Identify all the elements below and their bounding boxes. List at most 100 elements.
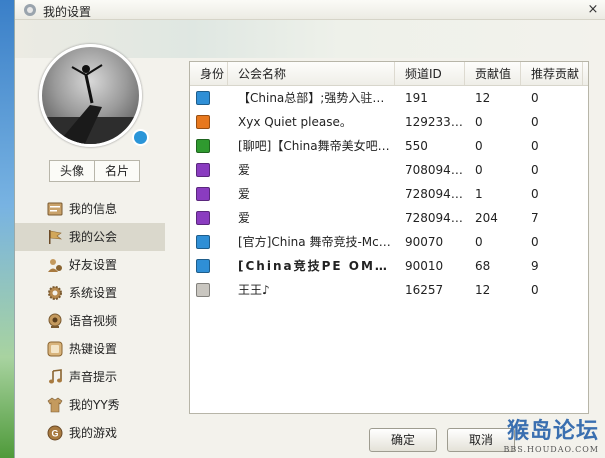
sidebar-item-label: 系统设置 <box>69 286 118 300</box>
sidebar-item-voice-video[interactable]: 语音视频 <box>15 307 165 335</box>
sidebar-item-guild[interactable]: 我的公会 <box>15 223 165 251</box>
channel-id: 191 <box>405 91 428 105</box>
profile-tabs: 头像 名片 <box>49 160 140 182</box>
sidebar-item-label: 我的公会 <box>69 230 118 244</box>
yy-logo-icon <box>24 4 36 16</box>
contribution: 1 <box>475 187 483 201</box>
table-row[interactable]: 爱 72809494 1 0 <box>190 182 588 206</box>
avatar-button[interactable]: 头像 <box>50 161 94 181</box>
svg-text:G: G <box>51 429 58 439</box>
contribution: 204 <box>475 211 498 225</box>
guild-name: [聊吧]【China舞帝美女吧… <box>238 139 390 153</box>
flag-icon <box>49 230 63 244</box>
game-icon: G <box>47 425 63 441</box>
contribution: 12 <box>475 283 491 297</box>
channel-id: 12923352 <box>405 115 465 129</box>
table-header: 身份 公会名称 频道ID 贡献值 推荐贡献 <box>190 62 588 86</box>
sidebar-item-label: 热键设置 <box>69 342 118 356</box>
channel-id: 72809495 <box>405 211 465 225</box>
contribution: 0 <box>475 115 483 129</box>
column-header-guild-name[interactable]: 公会名称 <box>228 62 395 85</box>
watermark-logo: 猴岛论坛 BBS.HOUDAO.COM <box>504 413 599 454</box>
twitter-bird-icon[interactable] <box>132 129 149 146</box>
recommend-contribution: 0 <box>531 163 539 177</box>
channel-id: 90070 <box>405 235 444 249</box>
channel-id: 16257 <box>405 283 444 297</box>
sidebar-item-sound[interactable]: 声音提示 <box>15 363 165 391</box>
contribution: 0 <box>475 163 483 177</box>
title-bar: 我的设置 × <box>15 0 605 20</box>
guild-name: [官方]China 舞帝竞技-Mc… <box>238 235 391 249</box>
role-vest-icon <box>196 163 210 177</box>
role-vest-icon <box>196 235 210 249</box>
table-row[interactable]: 【China总部】;强势入驻御… 191 12 0 <box>190 86 588 110</box>
table-row[interactable]: [China竞技PE OM… 90010 68 9 <box>190 254 588 278</box>
role-vest-icon <box>196 259 210 273</box>
recommend-contribution: 0 <box>531 115 539 129</box>
guild-name: 爱 <box>238 187 251 201</box>
recommend-contribution: 0 <box>531 91 539 105</box>
table-row[interactable]: 爱 70809496 0 0 <box>190 158 588 182</box>
recommend-contribution: 0 <box>531 187 539 201</box>
guild-name: 王王♪ <box>238 283 270 297</box>
shirt-icon <box>47 397 63 413</box>
music-note-icon <box>49 369 62 384</box>
sidebar-item-label: 我的信息 <box>69 202 118 216</box>
sidebar-item-label: 我的YY秀 <box>69 398 120 412</box>
ok-button[interactable]: 确定 <box>369 428 437 452</box>
guild-name: 爱 <box>238 163 251 177</box>
hotkey-icon <box>47 341 63 357</box>
sidebar-item-system[interactable]: 系统设置 <box>15 279 165 307</box>
sidebar-item-info[interactable]: 我的信息 <box>15 195 165 223</box>
sidebar-item-label: 语音视频 <box>69 314 118 328</box>
guild-name: 爱 <box>238 211 251 225</box>
recommend-contribution: 9 <box>531 259 539 273</box>
close-button[interactable]: × <box>585 2 601 18</box>
role-vest-icon <box>196 91 210 105</box>
column-header-recommend[interactable]: 推荐贡献 <box>521 62 583 85</box>
webcam-icon <box>48 313 62 328</box>
role-vest-icon <box>196 139 210 153</box>
column-header-contribution[interactable]: 贡献值 <box>465 62 521 85</box>
guild-name: 【China总部】;强势入驻御… <box>238 91 395 105</box>
channel-id: 70809496 <box>405 163 465 177</box>
friends-icon <box>48 259 62 272</box>
channel-id: 550 <box>405 139 428 153</box>
guild-table: 身份 公会名称 频道ID 贡献值 推荐贡献 【China总部】;强势入驻御… 1… <box>189 61 589 414</box>
settings-window: 我的设置 × 头像 名片 我的信息 我的公会 好友设置 系统设置 语音视频 热键… <box>14 0 605 458</box>
table-row[interactable]: [官方]China 舞帝竞技-Mc… 90070 0 0 <box>190 230 588 254</box>
contribution: 0 <box>475 235 483 249</box>
table-row[interactable]: [聊吧]【China舞帝美女吧… 550 0 0 <box>190 134 588 158</box>
contribution: 12 <box>475 91 491 105</box>
avatar-image <box>42 64 139 144</box>
sidebar-item-yy-show[interactable]: 我的YY秀 <box>15 391 165 419</box>
recommend-contribution: 0 <box>531 235 539 249</box>
table-body: 【China总部】;强势入驻御… 191 12 0 Xyx Quiet plea… <box>190 86 588 302</box>
sidebar-item-label: 我的游戏 <box>69 426 118 440</box>
column-header-role[interactable]: 身份 <box>190 62 228 85</box>
role-badge-icon <box>196 283 210 297</box>
gear-icon <box>48 286 62 300</box>
recommend-contribution: 0 <box>531 283 539 297</box>
contribution: 0 <box>475 139 483 153</box>
sidebar-nav: 我的信息 我的公会 好友设置 系统设置 语音视频 热键设置 声音提示 我的YY秀… <box>15 195 165 447</box>
watermark-sub-text: BBS.HOUDAO.COM <box>503 445 599 454</box>
sidebar-item-friends[interactable]: 好友设置 <box>15 251 165 279</box>
table-row[interactable]: 爱 72809495 204 7 <box>190 206 588 230</box>
column-header-channel-id[interactable]: 频道ID <box>395 62 465 85</box>
table-row[interactable]: Xyx Quiet please。 12923352 0 0 <box>190 110 588 134</box>
channel-id: 90010 <box>405 259 444 273</box>
sidebar-item-hotkey[interactable]: 热键设置 <box>15 335 165 363</box>
guild-name: Xyx Quiet please。 <box>238 115 352 129</box>
table-row[interactable]: 王王♪ 16257 12 0 <box>190 278 588 302</box>
window-title: 我的设置 <box>43 5 92 19</box>
info-card-icon <box>47 202 63 216</box>
avatar[interactable] <box>39 44 142 147</box>
recommend-contribution: 7 <box>531 211 539 225</box>
role-vest-icon <box>196 211 210 225</box>
recommend-contribution: 0 <box>531 139 539 153</box>
sidebar-item-label: 声音提示 <box>69 370 118 384</box>
watermark-main-text: 猴岛论坛 <box>506 418 599 444</box>
card-button[interactable]: 名片 <box>94 161 139 181</box>
sidebar-item-games[interactable]: G 我的游戏 <box>15 419 165 447</box>
